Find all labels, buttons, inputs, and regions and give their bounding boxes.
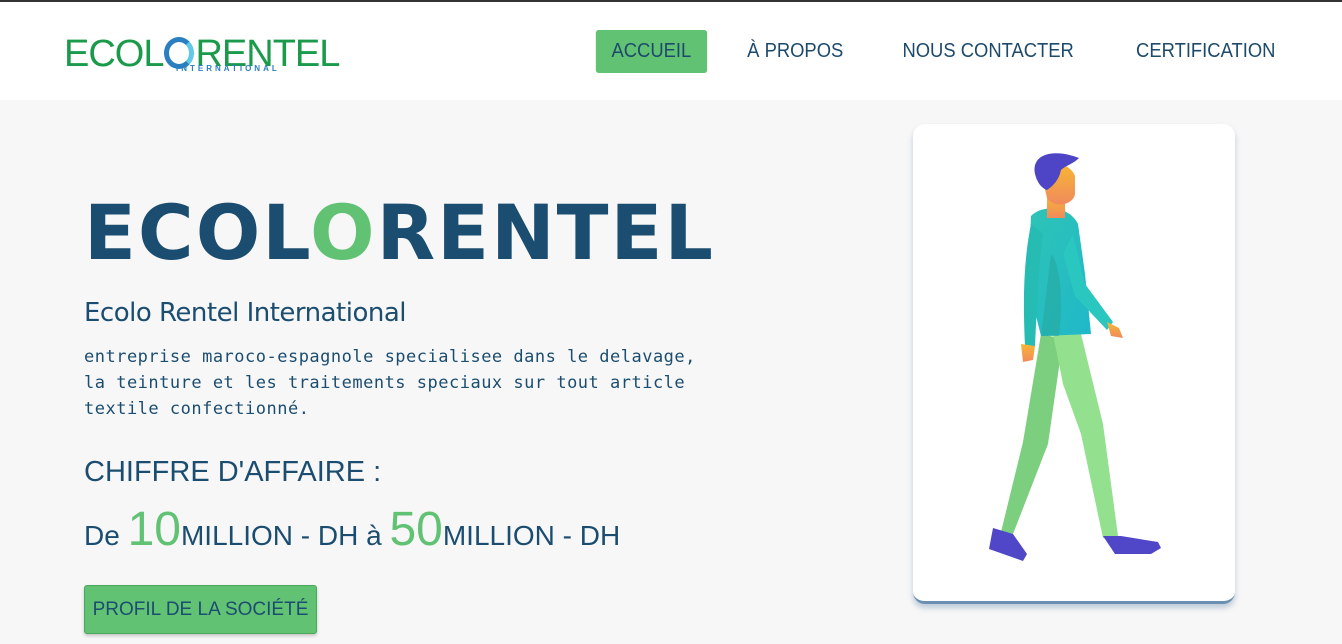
nav-accueil[interactable]: ACCUEIL [595,30,707,73]
logo-tagline: INTERNATIONAL [176,64,280,73]
illustration-card [913,124,1235,604]
logo[interactable]: ECOL RENTEL INTERNATIONAL [64,34,340,78]
revenue-title: CHIFFRE D'AFFAIRE : [84,456,382,488]
site-header: ECOL RENTEL INTERNATIONAL ACCUEIL À PROPO… [0,2,1342,100]
nav-nous-contacter[interactable]: NOUS CONTACTER [887,30,1090,73]
main-nav: ACCUEIL À PROPOS NOUS CONTACTER CERTIFIC… [577,30,1298,73]
revenue-high-value: 50 [389,503,443,556]
hero-subtitle: Ecolo Rentel International [84,298,407,328]
hero-description: entreprise maroco-espagnole specialisee … [84,347,696,419]
hero-title: ECOLORENTEL [84,188,715,277]
nav-a-propos[interactable]: À PROPOS [731,30,858,73]
revenue-low-value: 10 [127,503,181,556]
company-profile-button[interactable]: PROFIL DE LA SOCIÉTÉ [84,585,317,634]
nav-certification[interactable]: CERTIFICATION [1120,30,1291,73]
walking-man-illustration [989,153,1161,561]
revenue-range: De 10MILLION - DH à 50MILLION - DH [84,503,621,556]
